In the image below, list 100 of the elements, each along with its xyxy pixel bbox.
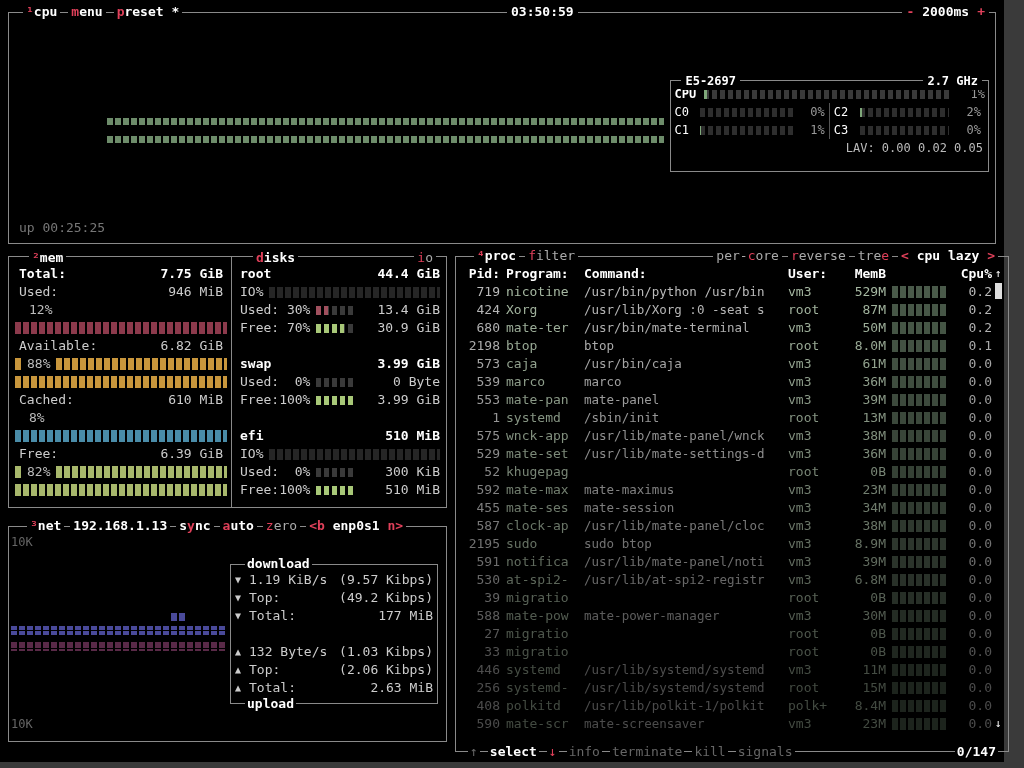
cpu-graph-drawing: [892, 610, 946, 622]
program-cell-text: notifica: [506, 553, 570, 571]
panel-tab[interactable]: preset *: [113, 4, 183, 20]
core-percent: 0%: [965, 122, 981, 139]
pid-cell-text: 455: [475, 499, 500, 517]
column-header[interactable]: MemB: [846, 265, 886, 283]
user-cell-text: polk+: [788, 697, 829, 715]
panel-tab[interactable]: ⁴proc: [474, 248, 520, 264]
column-header[interactable]: Cpu%: [952, 265, 992, 283]
cpu-cell-text: 0.0: [967, 553, 992, 571]
mem-percent: 8%: [29, 410, 45, 425]
program-cell-text: Xorg: [506, 301, 539, 319]
download-value: (9.57 Kibps): [339, 571, 433, 589]
update-interval: 2000ms: [922, 4, 970, 20]
cpu-graph-drawing: [892, 322, 946, 334]
cpu-graph-drawing: [892, 358, 946, 370]
cpu-graph-drawing: [892, 286, 946, 298]
increase-button[interactable]: +: [977, 4, 985, 20]
core-percent: 2%: [965, 104, 981, 121]
user-cell-text: vm3: [788, 319, 813, 337]
pid-cell-text: 539: [475, 373, 500, 391]
pid-cell-text: 553: [475, 391, 500, 409]
core-percent: 1%: [809, 122, 825, 139]
download-label: 1.19 KiB/s: [249, 571, 328, 589]
panel-tab[interactable]: <b enp0s1 n>: [306, 518, 407, 534]
user-cell-text: root: [788, 679, 821, 697]
core-label: C0: [674, 104, 690, 121]
memory-cell-text: 6.8M: [853, 571, 886, 589]
program-cell-text: mate-set: [506, 445, 570, 463]
column-header[interactable]: Program:: [506, 265, 578, 283]
memory-cell-text: 0B: [869, 463, 886, 481]
scroll-down-icon[interactable]: ↓: [994, 715, 1002, 733]
cpu-graph-drawing: [892, 484, 946, 496]
program-cell-text: systemd-: [506, 679, 570, 697]
cpu-cell-text: 0.0: [967, 499, 992, 517]
cpu-cell-text: 0.0: [967, 661, 992, 679]
memory-cell-text: 23M: [861, 715, 886, 733]
cpu-graph-drawing: [892, 502, 946, 514]
pid-cell-text: 27: [483, 625, 500, 643]
disk-stat-value: 30.9 GiB: [376, 319, 440, 337]
pid-cell-text: 530: [475, 571, 500, 589]
cpu-graph-drawing: [892, 376, 946, 388]
disk-stat-label: Free:100%: [240, 391, 311, 409]
program-cell-text: systemd: [506, 661, 562, 679]
mem-value: 6.82 GiB: [160, 337, 223, 355]
down-arrow-icon: ▼: [235, 589, 242, 607]
cpu-cell-text: 0.0: [967, 589, 992, 607]
cpu-cell-text: 0.0: [967, 391, 992, 409]
command-cell-text: btop: [584, 337, 616, 355]
cpu-cell-text: 0.0: [967, 427, 992, 445]
disk-stat-label: Free: 70%: [240, 319, 311, 337]
pid-cell-text: 680: [475, 319, 500, 337]
memory-cell-text: 61M: [861, 355, 886, 373]
user-cell-text: vm3: [788, 427, 813, 445]
memory-cell-text: 39M: [861, 553, 886, 571]
cpu-graph-drawing: [892, 340, 946, 352]
command-cell-text: /usr/lib/mate-panel/cloc: [584, 517, 766, 535]
program-cell-text: marco: [506, 373, 547, 391]
user-cell-text: vm3: [788, 283, 813, 301]
column-header[interactable]: Command:: [584, 265, 782, 283]
user-cell-text: root: [788, 337, 821, 355]
command-cell-text: /usr/lib/mate-panel/noti: [584, 553, 766, 571]
command-cell-text: /usr/bin/mate-terminal: [584, 319, 751, 337]
upload-value: (1.03 Kibps): [339, 643, 433, 661]
process-count: 0/147: [954, 744, 998, 760]
upload-value: 2.63 MiB: [370, 679, 433, 697]
memory-cell-text: 8.0M: [853, 337, 886, 355]
disk-name: efi: [240, 427, 264, 445]
download-label: Top:: [249, 589, 281, 607]
download-value: (49.2 Kibps): [339, 589, 433, 607]
command-cell-text: /usr/lib/at-spi2-registr: [584, 571, 766, 589]
panel-tab[interactable]: < cpu lazy >: [898, 248, 998, 264]
pid-cell-text: 719: [475, 283, 500, 301]
pid-cell-text: 33: [483, 643, 500, 661]
scroll-up-icon[interactable]: ↑: [994, 265, 1002, 283]
cpu-cell-text: 0.0: [967, 697, 992, 715]
upload-label: Total:: [249, 679, 296, 697]
core-label: C1: [674, 122, 690, 139]
command-cell-text: sudo btop: [584, 535, 653, 553]
cpu-graph-drawing: [892, 304, 946, 316]
pid-cell-text: 446: [475, 661, 500, 679]
user-cell-text: vm3: [788, 373, 813, 391]
command-cell-text: mate-maximus: [584, 481, 676, 499]
user-cell-text: vm3: [788, 517, 813, 535]
cpu-cell-text: 0.2: [967, 301, 992, 319]
cpu-cell-text: 0.0: [967, 355, 992, 373]
command-cell-text: mate-session: [584, 499, 676, 517]
cpu-cell-text: 0.1: [967, 337, 992, 355]
pid-cell-text: 1: [491, 409, 500, 427]
cpu-graph-drawing: [892, 538, 946, 550]
disk-stat-value: 0 Byte: [392, 373, 440, 391]
user-cell-text: root: [788, 643, 821, 661]
column-header[interactable]: User:: [788, 265, 840, 283]
scrollbar-thumb[interactable]: [994, 283, 1002, 299]
column-header[interactable]: Pid:: [462, 265, 500, 283]
panel-tab[interactable]: ¹ cpu: [23, 4, 61, 20]
decrease-button[interactable]: -: [906, 4, 915, 20]
user-cell-text: vm3: [788, 571, 813, 589]
program-cell-text: wnck-app: [506, 427, 570, 445]
footer-button[interactable]: signals: [735, 744, 795, 760]
